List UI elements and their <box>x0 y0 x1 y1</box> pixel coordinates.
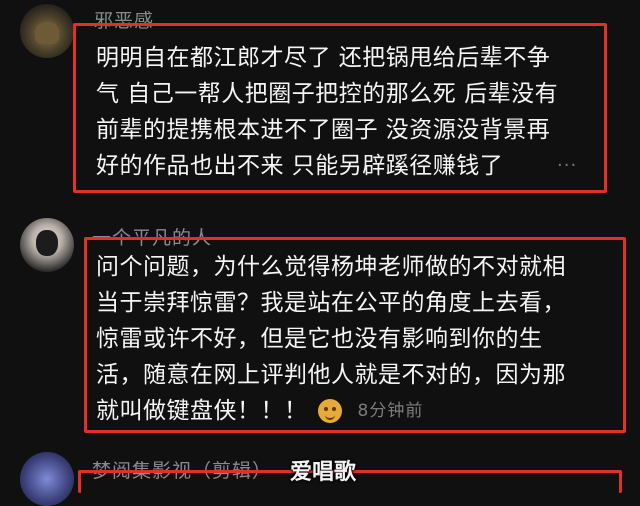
avatar-figure <box>35 22 59 44</box>
avatar[interactable] <box>20 4 74 58</box>
comment-timestamp: 8分钟前 <box>357 401 424 421</box>
comment-line: 好的作品也出不来 只能另辟蹊径赚钱了 <box>96 153 504 179</box>
comment-line: 惊雷或许不好，但是它也没有影响到你的生 <box>96 326 543 352</box>
comment-line: 前辈的提携根本进不了圈子 没资源没背景再 <box>96 117 551 143</box>
comment-line: 问个问题，为什么觉得杨坤老师做的不对就相 <box>96 254 566 280</box>
comment-line: 就叫做键盘侠！！！ <box>96 398 308 424</box>
comment-line: 当于崇拜惊雷？我是站在公平的角度上去看， <box>96 290 566 316</box>
comment-text: 问个问题，为什么觉得杨坤老师做的不对就相 当于崇拜惊雷？我是站在公平的角度上去看… <box>96 249 618 429</box>
comment-last-line: 就叫做键盘侠！！！ 8分钟前 <box>96 393 618 429</box>
comment-line: 气 自己一帮人把圈子把控的那么死 后辈没有 <box>96 81 559 107</box>
avatar[interactable] <box>20 452 74 506</box>
smiling-face-icon <box>317 399 342 423</box>
avatar[interactable] <box>20 218 74 272</box>
comment-line: 活，随意在网上评判他人就是不对的，因为那 <box>96 362 566 388</box>
watermark-text: 爱唱歌 <box>290 460 357 485</box>
more-dots-icon[interactable]: ... <box>557 150 577 171</box>
avatar-figure <box>36 230 58 256</box>
comment-text: 明明自在都江郎才尽了 还把锅甩给后辈不争 气 自己一帮人把圈子把控的那么死 后辈… <box>96 40 601 184</box>
comment-line: 明明自在都江郎才尽了 还把锅甩给后辈不争 <box>96 45 551 71</box>
